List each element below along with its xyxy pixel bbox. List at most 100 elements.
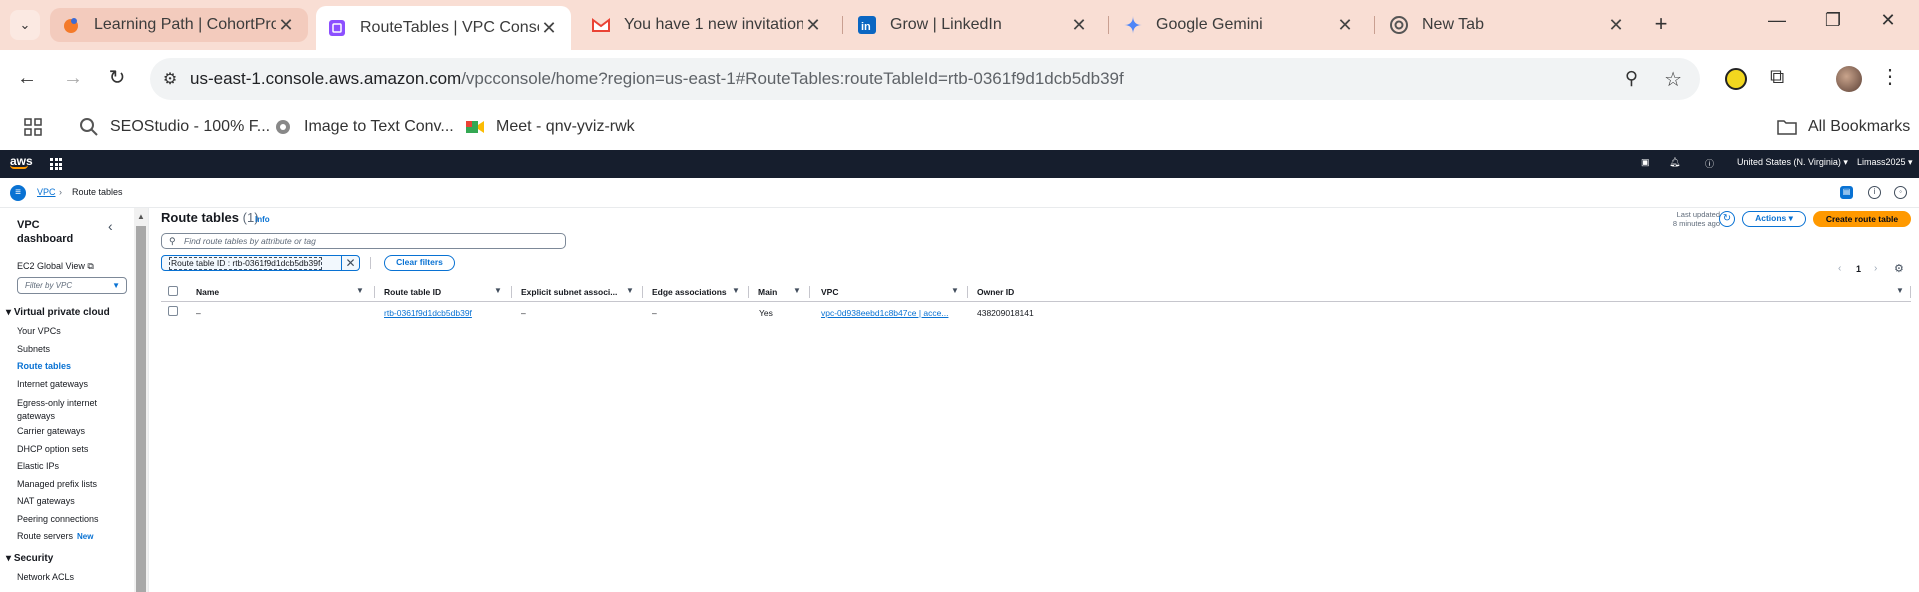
reload-icon[interactable]: ↻ <box>104 66 130 92</box>
extensions-puzzle-icon[interactable]: ⧉ <box>1770 66 1784 89</box>
split-panel-icon[interactable]: ▤ <box>1840 186 1853 199</box>
bookmark-star-icon[interactable]: ☆ <box>1664 67 1682 92</box>
sidebar-item-carrier-gateways[interactable]: Carrier gateways <box>17 426 85 436</box>
settings-panel-icon[interactable]: ◦ <box>1894 186 1907 199</box>
sort-caret-icon[interactable]: ▼ <box>951 286 959 295</box>
address-bar[interactable]: ⚙ us-east-1.console.aws.amazon.com/vpcco… <box>150 58 1700 100</box>
close-tab-icon[interactable]: ✕ <box>1069 15 1089 36</box>
browser-tab[interactable]: Learning Path | CohortProj ✕ <box>50 8 308 42</box>
account-menu[interactable]: Limass2025 ▾ <box>1857 157 1913 168</box>
sort-caret-icon[interactable]: ▼ <box>356 286 364 295</box>
breadcrumb-vpc[interactable]: VPC <box>37 187 56 197</box>
close-tab-icon[interactable]: ✕ <box>803 15 823 36</box>
browser-tab[interactable]: You have 1 new invitation ✕ <box>580 8 835 42</box>
sort-caret-icon[interactable]: ▼ <box>793 286 801 295</box>
close-window-icon[interactable]: ✕ <box>1873 10 1903 31</box>
refresh-icon[interactable]: ↻ <box>1719 211 1735 227</box>
sidebar-item-route-servers[interactable]: Route servers New <box>17 531 93 541</box>
column-header-route-table-id[interactable]: Route table ID <box>384 287 441 297</box>
row-checkbox[interactable] <box>168 306 178 316</box>
page-number[interactable]: 1 <box>1856 264 1861 274</box>
aws-logo[interactable]: aws <box>10 154 33 169</box>
cloudshell-icon[interactable]: ▣ <box>1641 157 1650 168</box>
new-tab-plus-icon[interactable]: + <box>1648 12 1674 38</box>
sidebar-item-peering-connections[interactable]: Peering connections <box>17 514 99 524</box>
create-route-table-button[interactable]: Create route table <box>1813 211 1911 227</box>
sidebar-item-subnets[interactable]: Subnets <box>17 344 50 354</box>
menu-toggle-icon[interactable]: ≡ <box>10 185 26 201</box>
minimize-icon[interactable]: — <box>1762 10 1792 31</box>
column-divider[interactable] <box>374 286 375 298</box>
sidebar-item-egress-only-gateways[interactable]: Egress-only internet gateways <box>17 397 107 423</box>
column-header-main[interactable]: Main <box>758 287 777 297</box>
sidebar-item-elastic-ips[interactable]: Elastic IPs <box>17 461 59 471</box>
close-tab-icon[interactable]: ✕ <box>276 15 296 36</box>
column-header-explicit-subnet[interactable]: Explicit subnet associ... <box>521 287 617 297</box>
apps-grid-icon[interactable] <box>22 116 54 138</box>
select-all-checkbox[interactable] <box>168 286 178 296</box>
sidebar-scrollbar[interactable]: ▲ <box>134 208 148 592</box>
profile-avatar[interactable] <box>1836 66 1862 92</box>
column-header-vpc[interactable]: VPC <box>821 287 838 297</box>
remove-filter-icon[interactable]: ✕ <box>341 255 359 271</box>
browser-tab-active[interactable]: RouteTables | VPC Console ✕ <box>316 6 571 50</box>
site-settings-icon[interactable]: ⚙ <box>150 69 190 89</box>
section-virtual-private-cloud[interactable]: ▾ Virtual private cloud <box>6 307 110 318</box>
url-text[interactable]: us-east-1.console.aws.amazon.com/vpccons… <box>190 69 1124 89</box>
sort-caret-icon[interactable]: ▼ <box>494 286 502 295</box>
sidebar-item-ec2-global-view[interactable]: EC2 Global View ⧉ <box>17 261 94 272</box>
column-divider[interactable] <box>748 286 749 298</box>
sidebar-item-network-acls[interactable]: Network ACLs <box>17 572 74 582</box>
all-bookmarks[interactable]: All Bookmarks <box>1776 116 1910 138</box>
column-divider[interactable] <box>511 286 512 298</box>
next-page-icon[interactable]: › <box>1874 263 1877 274</box>
region-selector[interactable]: United States (N. Virginia) ▾ <box>1737 157 1848 168</box>
tab-search-chevron-icon[interactable]: ⌄ <box>10 10 40 40</box>
sidebar-item-managed-prefix-lists[interactable]: Managed prefix lists <box>17 479 97 489</box>
browser-tab[interactable]: New Tab ✕ <box>1378 8 1638 42</box>
sidebar-title[interactable]: VPC dashboard <box>17 218 87 246</box>
services-menu-icon[interactable] <box>50 158 62 170</box>
column-header-edge-associations[interactable]: Edge associations <box>652 287 727 297</box>
close-tab-icon[interactable]: ✕ <box>1606 15 1626 36</box>
info-panel-icon[interactable]: i <box>1868 186 1881 199</box>
close-tab-icon[interactable]: ✕ <box>539 18 559 39</box>
section-security[interactable]: ▾ Security <box>6 553 53 564</box>
scrollbar-thumb[interactable] <box>136 226 146 592</box>
bookmark-item[interactable]: SEOStudio - 100% F... <box>78 116 270 138</box>
forward-arrow-icon[interactable]: → <box>60 66 86 92</box>
sort-caret-icon[interactable]: ▼ <box>732 286 740 295</box>
bookmark-item[interactable]: Image to Text Conv... <box>272 116 454 138</box>
bookmark-item[interactable]: Meet - qnv-yviz-rwk <box>464 116 635 138</box>
zoom-icon[interactable]: ⚲ <box>1625 68 1638 89</box>
sidebar-item-your-vpcs[interactable]: Your VPCs <box>17 326 61 336</box>
search-input[interactable]: ⚲ Find route tables by attribute or tag <box>161 233 566 249</box>
filter-by-vpc-select[interactable]: Filter by VPC ▼ <box>17 277 127 294</box>
vpc-link[interactable]: vpc-0d938eebd1c8b47ce | acce... <box>821 308 948 318</box>
clear-filters-button[interactable]: Clear filters <box>384 255 455 271</box>
column-header-owner-id[interactable]: Owner ID <box>977 287 1014 297</box>
actions-button[interactable]: Actions ▾ <box>1742 211 1806 227</box>
route-table-id-link[interactable]: rtb-0361f9d1dcb5db39f <box>384 308 472 318</box>
column-divider[interactable] <box>642 286 643 298</box>
browser-tab[interactable]: Google Gemini ✕ <box>1112 8 1367 42</box>
column-divider[interactable] <box>809 286 810 298</box>
extension-icon[interactable] <box>1725 68 1747 90</box>
table-preferences-gear-icon[interactable]: ⚙ <box>1894 262 1904 275</box>
chevron-left-icon[interactable]: ‹ <box>108 218 113 234</box>
column-divider[interactable] <box>967 286 968 298</box>
sidebar-item-route-tables[interactable]: Route tables <box>17 361 71 371</box>
column-header-name[interactable]: Name <box>196 287 219 297</box>
info-link[interactable]: Info <box>255 215 270 224</box>
help-icon[interactable]: ⓘ <box>1705 157 1714 170</box>
sort-caret-icon[interactable]: ▼ <box>626 286 634 295</box>
close-tab-icon[interactable]: ✕ <box>1335 15 1355 36</box>
prev-page-icon[interactable]: ‹ <box>1838 263 1841 274</box>
restore-icon[interactable]: ❐ <box>1818 10 1848 31</box>
filter-token[interactable]: Route table ID : rtb-0361f9d1dcb5db39f ✕ <box>161 255 360 271</box>
browser-menu-icon[interactable]: ⋮ <box>1880 64 1900 89</box>
column-divider[interactable] <box>1910 286 1911 298</box>
back-arrow-icon[interactable]: ← <box>14 66 40 92</box>
sidebar-item-nat-gateways[interactable]: NAT gateways <box>17 496 75 506</box>
sidebar-item-internet-gateways[interactable]: Internet gateways <box>17 379 88 389</box>
